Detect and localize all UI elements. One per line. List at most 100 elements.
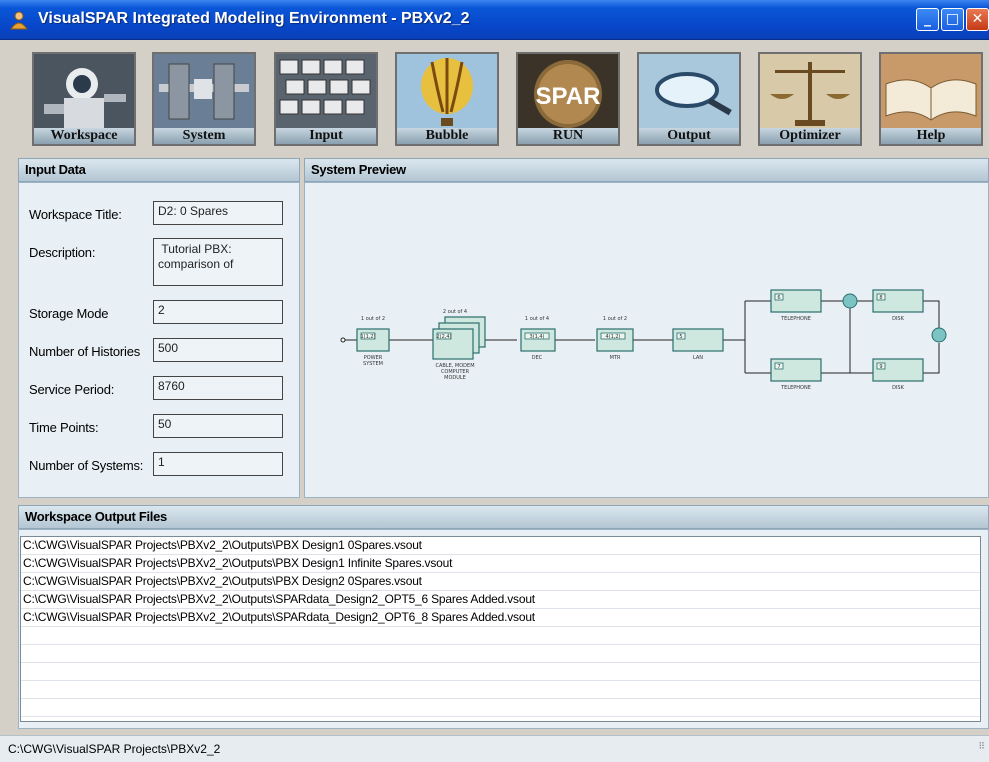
maximize-button[interactable]: □ xyxy=(941,8,964,31)
resize-grip-icon[interactable]: ⠿ xyxy=(978,733,985,759)
svg-text:TELEPHONE: TELEPHONE xyxy=(780,385,811,391)
svg-text:2(2,4): 2(2,4) xyxy=(436,334,451,340)
junction-node xyxy=(842,293,858,309)
workspace-title-label: Workspace Title: xyxy=(29,207,122,222)
toolbar-label: Help xyxy=(881,128,981,144)
number-of-histories-label: Number of Histories xyxy=(29,344,141,359)
diagram-block[interactable]: 5 LAN xyxy=(672,328,724,361)
list-item[interactable] xyxy=(21,681,980,699)
close-button[interactable]: ✕ xyxy=(966,8,989,31)
description-label: Description: xyxy=(29,245,96,260)
number-of-histories-field[interactable]: 500 xyxy=(153,338,283,362)
output-files-list[interactable]: C:\CWG\VisualSPAR Projects\PBXv2_2\Outpu… xyxy=(20,536,981,722)
output-node xyxy=(931,327,947,343)
service-period-field[interactable]: 8760 xyxy=(153,376,283,400)
book-icon xyxy=(881,54,981,130)
system-diagram[interactable]: 1 out of 2 1(1,2) POWER SYSTEM 2 out of … xyxy=(305,183,988,497)
storage-mode-field[interactable]: 2 xyxy=(153,300,283,324)
list-item[interactable]: C:\CWG\VisualSPAR Projects\PBXv2_2\Outpu… xyxy=(21,573,980,591)
toolbar-label: Input xyxy=(276,128,376,144)
system-button[interactable]: System xyxy=(152,52,256,146)
help-button[interactable]: Help xyxy=(879,52,983,146)
svg-text:LAN: LAN xyxy=(693,355,703,361)
diagram-block[interactable]: 6 TELEPHONE xyxy=(770,289,822,322)
app-icon xyxy=(10,11,28,30)
svg-text:6: 6 xyxy=(777,295,780,301)
scales-icon xyxy=(760,54,860,130)
toolbar-label: System xyxy=(154,128,254,144)
input-data-panel: Workspace Title: D2: 0 Spares Descriptio… xyxy=(18,182,300,498)
optimizer-button[interactable]: Optimizer xyxy=(758,52,862,146)
svg-text:TELEPHONE: TELEPHONE xyxy=(780,316,811,322)
number-of-systems-field[interactable]: 1 xyxy=(153,452,283,476)
input-data-header: Input Data xyxy=(18,158,300,182)
description-field[interactable]: Tutorial PBX: comparison of xyxy=(153,238,283,286)
window-title: VisualSPAR Integrated Modeling Environme… xyxy=(38,10,470,27)
list-item[interactable] xyxy=(21,699,980,717)
run-button[interactable]: SPAR RUN xyxy=(516,52,620,146)
output-button[interactable]: Output xyxy=(637,52,741,146)
diagram-block[interactable]: 2 out of 4 2(2,4) CABLE, MODEM COMPUTER … xyxy=(432,309,486,381)
workspace-button[interactable]: Workspace xyxy=(32,52,136,146)
service-period-label: Service Period: xyxy=(29,382,115,397)
magnifier-icon xyxy=(639,54,739,130)
diagram-block[interactable]: 1 out of 4 3(1,4) DEC xyxy=(520,316,556,361)
status-bar: C:\CWG\VisualSPAR Projects\PBXv2_2 ⠿ xyxy=(0,735,989,762)
main-toolbar: Workspace System Input Bubble SPAR RUN O… xyxy=(0,40,989,152)
diagram-block[interactable]: 1 out of 2 4(1,2) MTR xyxy=(596,316,634,361)
spar-globe-icon: SPAR xyxy=(518,54,618,130)
svg-text:MTR: MTR xyxy=(610,355,621,361)
list-item[interactable]: C:\CWG\VisualSPAR Projects\PBXv2_2\Outpu… xyxy=(21,609,980,627)
title-bar[interactable]: VisualSPAR Integrated Modeling Environme… xyxy=(0,0,989,40)
svg-text:5: 5 xyxy=(679,334,682,340)
svg-text:MODULE: MODULE xyxy=(444,375,466,381)
svg-text:3(1,4): 3(1,4) xyxy=(529,334,544,340)
svg-text:DEC: DEC xyxy=(532,355,543,361)
balloon-icon xyxy=(397,54,497,130)
svg-text:DISK: DISK xyxy=(892,316,904,322)
toolbar-label: Output xyxy=(639,128,739,144)
keyboard-icon xyxy=(276,54,376,130)
list-item[interactable]: C:\CWG\VisualSPAR Projects\PBXv2_2\Outpu… xyxy=(21,555,980,573)
toolbar-label: Bubble xyxy=(397,128,497,144)
svg-text:9: 9 xyxy=(879,364,882,370)
diagram-block[interactable]: 8 DISK xyxy=(872,289,924,322)
svg-text:DISK: DISK xyxy=(892,385,904,391)
list-item[interactable] xyxy=(21,627,980,645)
list-item[interactable] xyxy=(21,717,980,721)
status-path: C:\CWG\VisualSPAR Projects\PBXv2_2 xyxy=(8,742,221,756)
system-preview-header: System Preview xyxy=(304,158,989,182)
input-button[interactable]: Input xyxy=(274,52,378,146)
toolbar-label: RUN xyxy=(518,128,618,144)
minimize-button[interactable]: _ xyxy=(916,8,939,31)
diagram-block[interactable]: 1 out of 2 1(1,2) POWER SYSTEM xyxy=(356,316,390,367)
list-item[interactable] xyxy=(21,663,980,681)
time-points-label: Time Points: xyxy=(29,420,99,435)
time-points-field[interactable]: 50 xyxy=(153,414,283,438)
toolbar-label: Workspace xyxy=(34,128,134,144)
list-item[interactable]: C:\CWG\VisualSPAR Projects\PBXv2_2\Outpu… xyxy=(21,537,980,555)
diagram-block[interactable]: 9 DISK xyxy=(872,358,924,391)
bubble-button[interactable]: Bubble xyxy=(395,52,499,146)
svg-text:2 out of 4: 2 out of 4 xyxy=(443,309,467,315)
svg-text:SYSTEM: SYSTEM xyxy=(363,361,383,367)
list-item[interactable] xyxy=(21,645,980,663)
svg-text:1(1,2): 1(1,2) xyxy=(360,334,375,340)
list-item[interactable]: C:\CWG\VisualSPAR Projects\PBXv2_2\Outpu… xyxy=(21,591,980,609)
input-node xyxy=(340,337,346,343)
astronaut-icon xyxy=(34,54,134,130)
workspace-title-field[interactable]: D2: 0 Spares xyxy=(153,201,283,225)
svg-text:1 out of 2: 1 out of 2 xyxy=(361,316,385,322)
space-station-icon xyxy=(154,54,254,130)
diagram-connectors xyxy=(343,300,940,374)
svg-text:1 out of 4: 1 out of 4 xyxy=(525,316,549,322)
svg-text:8: 8 xyxy=(879,295,882,301)
svg-text:7: 7 xyxy=(777,364,780,370)
output-files-header: Workspace Output Files xyxy=(18,505,989,529)
spar-badge-text: SPAR xyxy=(536,83,601,110)
toolbar-label: Optimizer xyxy=(760,128,860,144)
diagram-block[interactable]: 7 TELEPHONE xyxy=(770,358,822,391)
system-preview-panel[interactable]: 1 out of 2 1(1,2) POWER SYSTEM 2 out of … xyxy=(304,182,989,498)
storage-mode-label: Storage Mode xyxy=(29,306,109,321)
svg-text:4(1,2): 4(1,2) xyxy=(605,334,620,340)
